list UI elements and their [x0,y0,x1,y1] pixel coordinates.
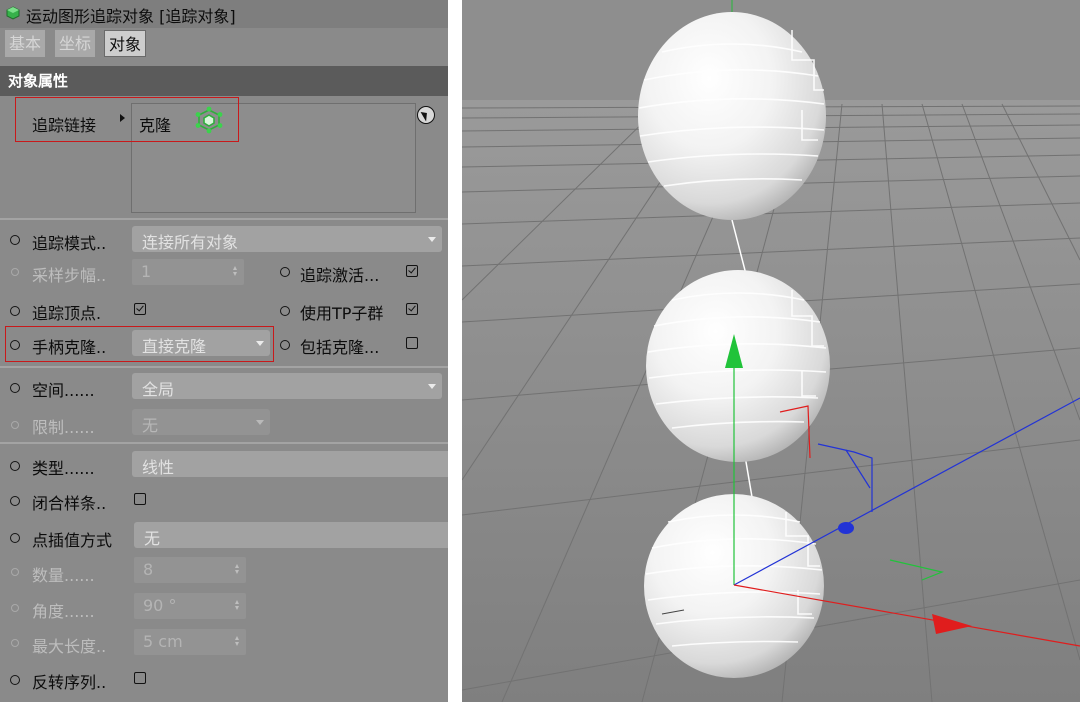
tab-coordinates[interactable]: 坐标 [55,30,96,57]
reverse-radio[interactable] [10,675,20,685]
viewport-canvas[interactable] [462,0,1080,702]
attribute-manager-panel: 运动图形追踪对象 [追踪对象] 基本 坐标 对象 对象属性 追踪链接 克隆 追踪… [0,0,448,702]
trace-mode-value: 连接所有对象 [142,233,239,252]
interpolation-label: 点插值方式 [32,531,113,550]
highlight-box-trace-link [15,97,239,142]
sample-step-field: 1 [132,259,244,285]
trace-active-label: 追踪激活... [300,266,380,285]
space-radio[interactable] [10,383,20,393]
section-title: 对象属性 [8,72,69,90]
count-field: 8 [134,557,246,583]
type-label: 类型...... [32,459,95,478]
sample-step-value: 1 [141,262,152,281]
chevron-down-icon [428,384,436,389]
space-label: 空间...... [32,381,95,400]
trace-vertices-label: 追踪顶点. [32,304,102,323]
use-tp-radio[interactable] [280,306,290,316]
trace-active-checkbox[interactable] [406,265,418,277]
use-tp-label: 使用TP子群 [300,304,384,323]
pick-object-icon[interactable] [417,106,435,124]
angle-value: 90 ° [143,596,177,615]
interpolation-value: 无 [144,529,161,548]
sample-step-label: 采样步幅.. [32,266,107,285]
count-label: 数量...... [32,566,95,585]
interpolation-dropdown[interactable]: 无 [134,522,448,548]
section-header: 对象属性 [0,66,448,96]
trace-active-radio[interactable] [280,267,290,277]
max-length-field: 5 cm [134,629,246,655]
stepper-arrows-icon [235,636,240,648]
close-spline-label: 闭合样条.. [32,494,107,513]
space-dropdown[interactable]: 全局 [132,373,442,399]
angle-radio [11,604,19,612]
tab-basic[interactable]: 基本 [5,30,46,57]
max-length-label: 最大长度.. [32,637,107,656]
type-value: 线性 [142,458,175,477]
type-radio[interactable] [10,461,20,471]
3d-viewport[interactable] [462,0,1080,702]
max-length-radio [11,639,19,647]
type-dropdown[interactable]: 线性 [132,451,448,477]
count-value: 8 [143,560,154,579]
trace-mode-label: 追踪模式.. [32,234,107,253]
close-spline-checkbox[interactable] [134,493,146,505]
angle-label: 角度...... [32,602,95,621]
divider [0,442,448,444]
trace-mode-dropdown[interactable]: 连接所有对象 [132,226,442,252]
include-clone-radio[interactable] [280,340,290,350]
panel-titlebar: 运动图形追踪对象 [追踪对象] [0,0,448,28]
trace-mode-radio[interactable] [10,235,20,245]
limit-dropdown: 无 [132,409,270,435]
reverse-label: 反转序列.. [32,673,107,692]
trace-vertices-checkbox[interactable] [134,303,146,315]
divider [0,218,448,220]
tracer-object-icon [6,6,20,20]
include-clone-checkbox[interactable] [406,337,418,349]
highlight-box-handle-clone [5,326,274,362]
reverse-checkbox[interactable] [134,672,146,684]
limit-label: 限制...... [32,418,95,437]
sample-step-radio [11,268,19,276]
chevron-down-icon [256,420,264,425]
tab-object[interactable]: 对象 [104,30,147,57]
limit-radio [11,421,19,429]
trace-vertices-radio[interactable] [10,306,20,316]
space-value: 全局 [142,380,175,399]
panel-title: 运动图形追踪对象 [追踪对象] [26,7,236,26]
sphere-clone-1 [638,12,826,220]
stepper-arrows-icon [235,600,240,612]
count-radio [11,568,19,576]
angle-field: 90 ° [134,593,246,619]
limit-value: 无 [142,416,159,435]
use-tp-checkbox[interactable] [406,303,418,315]
divider [0,366,448,368]
chevron-down-icon [428,237,436,242]
interpolation-radio[interactable] [10,533,20,543]
close-spline-radio[interactable] [10,496,20,506]
stepper-arrows-icon [233,266,238,278]
include-clone-label: 包括克隆... [300,338,380,357]
max-length-value: 5 cm [143,632,183,651]
stepper-arrows-icon [235,564,240,576]
